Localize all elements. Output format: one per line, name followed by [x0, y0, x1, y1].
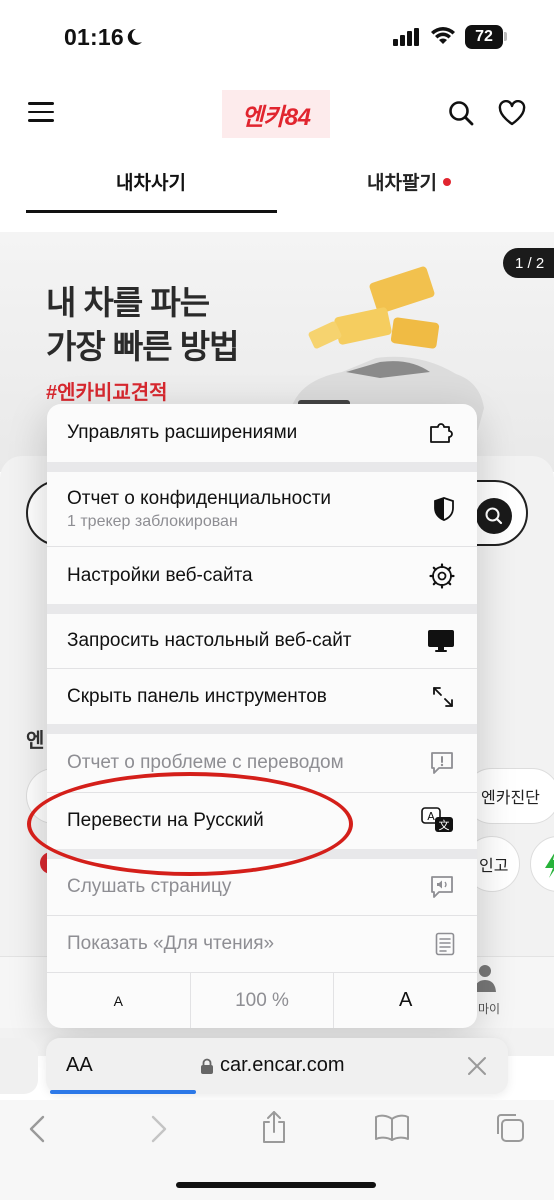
forward-chevron-icon[interactable]: [146, 1114, 170, 1144]
share-icon[interactable]: [260, 1110, 288, 1144]
site-logo[interactable]: 엔카84: [222, 90, 330, 138]
cellular-signal-icon: [393, 28, 419, 46]
menu-item-show-reader: Показать «Для чтения»: [47, 916, 477, 972]
translate-icon: A 文: [421, 807, 453, 832]
zoom-controls: A 100 % A: [47, 972, 477, 1028]
menu-group-separator: [47, 724, 477, 734]
page-load-progress-bar: [50, 1090, 196, 1094]
speech-bubble-exclamation-icon: [431, 752, 453, 774]
back-chevron-icon[interactable]: [26, 1114, 50, 1144]
wifi-icon: [431, 27, 455, 44]
tab-buy-car[interactable]: 내차사기: [116, 168, 186, 195]
banner-page-counter: 1 / 2: [503, 248, 554, 278]
menu-item-hide-toolbar[interactable]: Скрыть панель инструментов: [47, 669, 477, 724]
expand-arrows-icon: [433, 686, 453, 707]
menu-item-label: Запросить настольный веб-сайт: [67, 630, 352, 651]
previous-tab-preview[interactable]: [0, 1038, 38, 1094]
lock-icon: [201, 1058, 213, 1074]
status-time: 01:16: [64, 24, 124, 50]
puzzle-piece-icon: [430, 423, 453, 443]
address-bar-area: AA car.encar.com: [0, 1038, 554, 1098]
status-bar: 01:16 72: [0, 0, 554, 72]
menu-group-separator: [47, 849, 477, 859]
reader-document-icon: [435, 932, 455, 956]
page-settings-button[interactable]: AA: [66, 1054, 93, 1077]
banner-headline-2: 가장 빠른 방법: [46, 328, 239, 365]
search-icon: [485, 507, 503, 525]
heart-icon[interactable]: [498, 100, 526, 126]
battery-cap: [504, 32, 507, 41]
search-icon[interactable]: [448, 100, 474, 126]
menu-group-separator: [47, 462, 477, 472]
menu-item-manage-extensions[interactable]: Управлять расширениями: [47, 404, 477, 462]
menu-item-label: Настройки веб-сайта: [67, 564, 253, 586]
section-heading: 엔: [26, 730, 45, 752]
menu-item-subtitle: 1 трекер заблокирован: [67, 512, 238, 530]
zoom-out-button[interactable]: A: [47, 973, 190, 1028]
menu-item-privacy-report[interactable]: Отчет о конфиденциальности 1 трекер забл…: [47, 472, 477, 546]
desktop-monitor-icon: [428, 630, 454, 652]
home-indicator: [176, 1182, 376, 1188]
page-settings-label: AA: [66, 1054, 93, 1076]
moon-icon: [127, 28, 142, 45]
gear-icon: [429, 562, 455, 589]
tab-sell-car[interactable]: 내차팔기: [367, 168, 451, 195]
menu-item-label: Отчет о конфиденциальности: [67, 487, 332, 509]
bookmarks-book-icon[interactable]: [374, 1114, 410, 1142]
service-chip-third[interactable]: [530, 836, 554, 892]
menu-item-label: Перевести на Русский: [67, 810, 264, 831]
menu-item-translate-russian[interactable]: Перевести на Русский A 文: [47, 793, 477, 849]
tab-sell-label: 내차팔기: [367, 173, 437, 194]
notification-dot: [442, 178, 451, 186]
person-icon[interactable]: [474, 964, 496, 994]
active-tab-underline: [26, 210, 277, 213]
menu-item-label: Скрыть панель инструментов: [67, 685, 327, 707]
service-chip-encar-inspection[interactable]: 엔카진단: [464, 768, 554, 824]
bolt-icon: [545, 853, 554, 878]
banner-hashtag: #엔카비교견적: [46, 382, 168, 404]
speaker-bubble-icon: [431, 876, 453, 898]
menu-item-website-settings[interactable]: Настройки веб-сайта: [47, 547, 477, 604]
site-header: 엔카84: [0, 82, 554, 144]
menu-item-label: Отчет о проблеме с переводом: [67, 752, 344, 773]
url-text[interactable]: car.encar.com: [220, 1054, 345, 1077]
zoom-level-button[interactable]: 100 %: [189, 973, 335, 1028]
car-search-button[interactable]: [476, 498, 512, 534]
battery-level: 72: [475, 28, 493, 45]
menu-group-separator: [47, 604, 477, 614]
tabs-overview-icon[interactable]: [494, 1112, 526, 1144]
shield-icon: [434, 497, 454, 521]
address-bar[interactable]: AA car.encar.com: [46, 1038, 508, 1094]
zoom-in-button[interactable]: A: [334, 973, 477, 1028]
close-icon[interactable]: [466, 1055, 488, 1077]
menu-item-request-desktop-site[interactable]: Запросить настольный веб-сайт: [47, 614, 477, 668]
menu-item-label: Показать «Для чтения»: [67, 933, 275, 954]
logo-text: 엔카84: [241, 103, 311, 131]
svg-text:A: A: [427, 810, 435, 823]
svg-text:文: 文: [439, 818, 450, 832]
menu-item-label: Слушать страницу: [67, 876, 232, 897]
menu-item-text-group: Отчет о конфиденциальности 1 трекер забл…: [67, 488, 331, 531]
menu-item-listen-page: Слушать страницу: [47, 859, 477, 915]
nav-my-label[interactable]: 마이: [478, 1000, 500, 1017]
menu-item-report-translation-issue: Отчет о проблеме с переводом: [47, 734, 477, 792]
menu-hamburger-icon[interactable]: [28, 102, 54, 122]
main-tabs: 내차사기 내차팔기: [0, 150, 554, 214]
banner-headline-1: 내 차를 파는: [46, 284, 210, 321]
safari-page-menu: Управлять расширениями Отчет о конфиденц…: [47, 404, 477, 1028]
battery-indicator: 72: [465, 25, 503, 49]
menu-item-label: Управлять расширениями: [67, 422, 298, 443]
